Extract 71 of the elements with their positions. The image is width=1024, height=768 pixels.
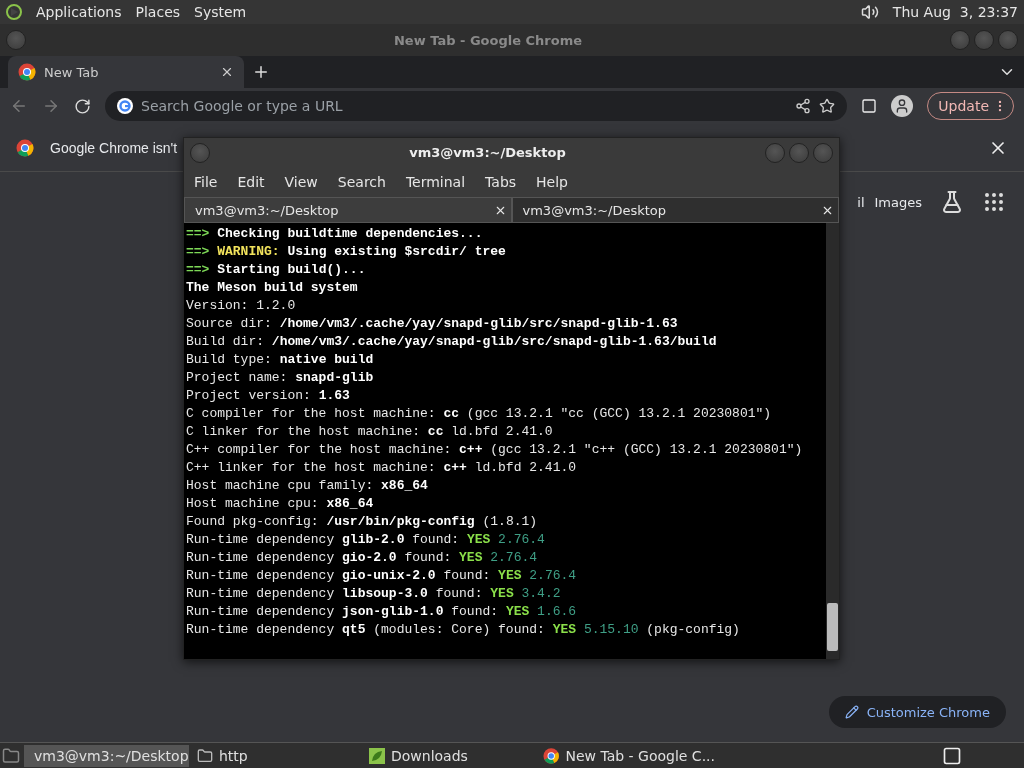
terminal-line: Project version: 1.63	[186, 387, 351, 405]
side-panel-icon[interactable]	[861, 98, 878, 114]
terminal-line: Run-time dependency libsoup-3.0 found: YES 3.4.2	[186, 585, 562, 603]
taskbar-item[interactable]: New Tab - Google C...	[539, 744, 719, 767]
share-icon[interactable]	[795, 98, 812, 114]
terminal-line: Run-time dependency qt5 (modules: Core) found: YES 5.15.10 (pkg-config)	[186, 621, 741, 639]
volume-icon[interactable]	[860, 3, 879, 21]
workspace-icon[interactable]	[942, 745, 962, 766]
menu-item[interactable]: File	[194, 174, 218, 190]
folder-icon	[197, 747, 213, 764]
flask-icon[interactable]	[940, 190, 964, 214]
taskbar-item[interactable]: http	[193, 744, 361, 767]
scrollbar[interactable]	[826, 223, 839, 659]
window-title: New Tab - Google Chrome	[392, 32, 584, 48]
apps-icon[interactable]	[982, 190, 1006, 214]
pencil-icon	[844, 705, 859, 719]
terminal-line: Host machine cpu family: x86_64	[186, 477, 429, 495]
profile-avatar[interactable]	[891, 95, 914, 117]
close-icon[interactable]	[220, 65, 234, 79]
terminal-line: Host machine cpu: x86_64	[186, 495, 375, 513]
terminal-line: Run-time dependency gio-unix-2.0 found: YES 2.76.4	[186, 567, 578, 585]
menu-item[interactable]: Search	[337, 174, 386, 190]
infobar-message: Google Chrome isn't	[50, 139, 178, 156]
browser-tab[interactable]: New Tab	[8, 56, 244, 88]
browser-logo-icon	[16, 138, 34, 157]
panel-menu[interactable]: System	[194, 4, 247, 20]
browser-logo-icon	[543, 746, 560, 765]
terminal-line: ==> Starting build()...	[186, 261, 367, 279]
taskbar-item[interactable]: vm3@vm3:~/Desktop	[24, 744, 189, 767]
terminal-line: Version: 1.2.0	[186, 297, 297, 315]
browser-logo-icon	[18, 63, 36, 81]
panel-menu[interactable]: Places	[135, 4, 181, 20]
menu-item[interactable]: Terminal	[405, 174, 466, 190]
star-icon[interactable]	[819, 98, 836, 114]
terminal-line: ==> WARNING: Using existing $srcdir/ tree	[186, 243, 507, 261]
reload-icon[interactable]	[74, 97, 91, 115]
new-tab-icon[interactable]	[252, 63, 270, 81]
window-title: vm3@vm3:~/Desktop	[408, 145, 567, 160]
terminal-line: The Meson build system	[186, 279, 359, 297]
leaf-icon	[369, 747, 385, 764]
images-link[interactable]: Images	[874, 194, 922, 210]
terminal-line: Source dir: /home/vm3/.cache/yay/snapd-glib/src/snapd-glib-1.63	[186, 315, 679, 333]
menu-item[interactable]: Tabs	[485, 174, 517, 190]
back-icon[interactable]	[10, 97, 28, 115]
menu-logo-icon	[6, 4, 22, 20]
forward-icon[interactable]	[42, 97, 60, 115]
terminal-line: ==> Checking buildtime dependencies...	[186, 225, 484, 243]
terminal-line: Run-time dependency gio-2.0 found: YES 2.76.4	[186, 549, 539, 567]
terminal-line: C++ compiler for the host machine: c++ (gcc 13.2.1 "c++ (GCC) 13.2.1 20230801")	[186, 441, 804, 459]
menu-item[interactable]: Edit	[237, 174, 265, 190]
terminal-line: Found pkg-config: /usr/bin/pkg-config (1.8.1)	[186, 513, 539, 531]
menu-item[interactable]: View	[284, 174, 318, 190]
terminal-line: C compiler for the host machine: cc (gcc 13.2.1 "cc (GCC) 13.2.1 20230801")	[186, 405, 773, 423]
taskbar-item[interactable]: Downloads	[365, 744, 535, 767]
address-bar[interactable]: Search Google or type a URL	[105, 91, 848, 121]
menu-item[interactable]: Help	[536, 174, 568, 190]
clock: Thu Aug 3, 23:37	[892, 4, 1018, 20]
customize-button[interactable]: Customize Chrome	[828, 696, 1006, 728]
terminal-tab[interactable]: vm3@vm3:~/Desktop	[511, 197, 839, 223]
terminal-line: Build type: native build	[186, 351, 375, 369]
terminal-tab[interactable]: vm3@vm3:~/Desktop	[184, 197, 512, 223]
panel-menu[interactable]: Applications	[36, 4, 122, 20]
terminal-line: Run-time dependency json-glib-1.0 found: YES 1.6.6	[186, 603, 578, 621]
search-engine-icon	[117, 98, 133, 114]
link[interactable]: il	[857, 194, 865, 210]
terminal-line: C++ linker for the host machine: c++ ld.bfd 2.41.0	[186, 459, 578, 477]
terminal-line: Run-time dependency glib-2.0 found: YES 2.76.4	[186, 531, 546, 549]
terminal-line: Project name: snapd-glib	[186, 369, 375, 387]
terminal-line: C linker for the host machine: cc ld.bfd 2.41.0	[186, 423, 554, 441]
terminal-line: Build dir: /home/vm3/.cache/yay/snapd-glib/src/snapd-glib-1.63/build	[186, 333, 718, 351]
folder-icon[interactable]	[2, 746, 20, 765]
